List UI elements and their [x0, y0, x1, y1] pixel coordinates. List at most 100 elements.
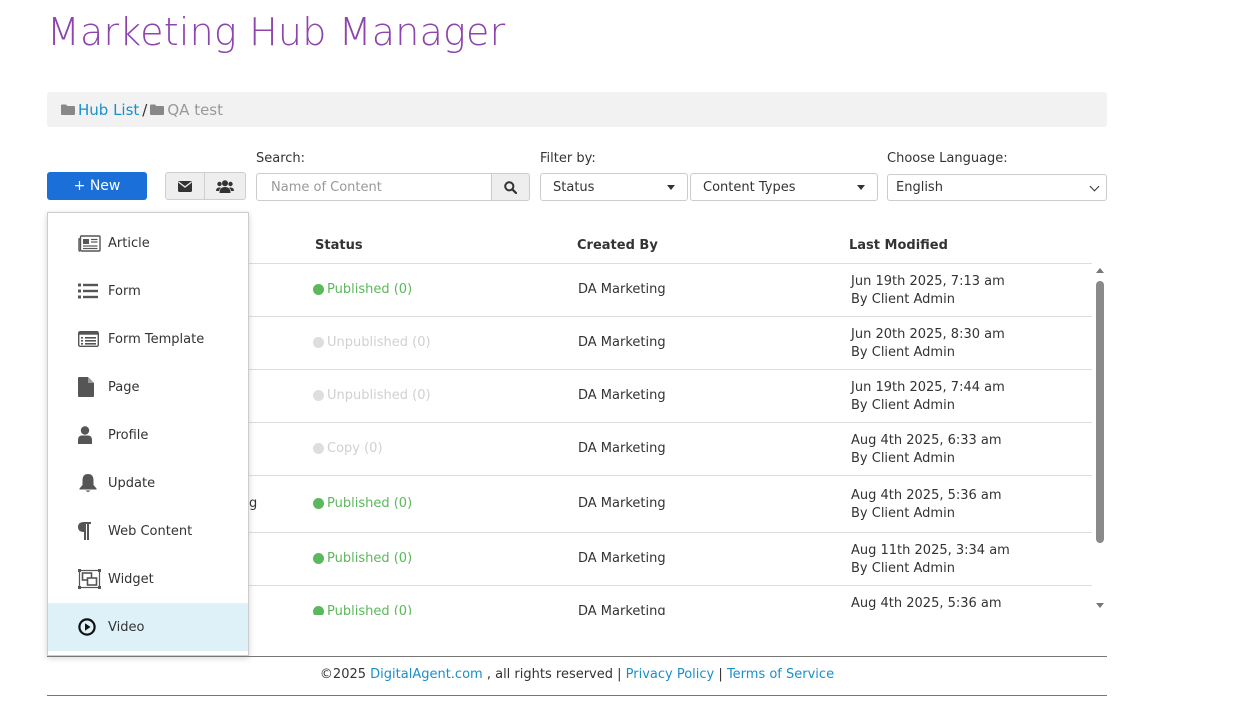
menu-item-label: Form Template	[108, 331, 205, 347]
file-icon	[78, 377, 94, 397]
breadcrumb-separator: /	[142, 100, 148, 119]
menu-item-form-template[interactable]: Form Template	[48, 315, 248, 363]
scrollbar-thumb[interactable]	[1096, 281, 1104, 543]
created-by: DA Marketing	[578, 495, 666, 511]
breadcrumb: Hub List / QA test	[47, 92, 1107, 127]
modified-by: By Client Admin	[851, 505, 955, 521]
language-label: Choose Language:	[887, 151, 1008, 166]
footer-rights: , all rights reserved |	[486, 667, 622, 682]
status-badge: Published (0)	[313, 496, 412, 511]
status-text: Copy (0)	[327, 440, 383, 456]
play-circle-icon	[78, 618, 96, 636]
page-title: Marketing Hub Manager	[47, 10, 506, 54]
search-icon	[504, 180, 517, 194]
content-types-filter-dropdown[interactable]: Content Types	[690, 173, 878, 201]
modified-date: Aug 4th 2025, 5:36 am	[851, 487, 1002, 503]
footer-divider	[47, 656, 1107, 657]
menu-item-widget[interactable]: Widget	[48, 555, 248, 603]
search-button[interactable]	[491, 173, 530, 201]
folder-icon	[61, 104, 75, 115]
email-button[interactable]	[165, 172, 205, 200]
modified-by: By Client Admin	[851, 397, 955, 413]
column-header-last-modified[interactable]: Last Modified	[849, 238, 948, 253]
list-alt-icon	[78, 331, 99, 347]
status-text: Published (0)	[327, 495, 413, 511]
last-modified: Aug 11th 2025, 3:34 am By Client Admin	[851, 542, 1010, 578]
modified-date: Aug 11th 2025, 3:34 am	[851, 542, 1010, 558]
filter-label: Filter by:	[540, 151, 596, 166]
menu-item-page[interactable]: Page	[48, 363, 248, 411]
scroll-up-arrow-icon[interactable]	[1096, 268, 1104, 273]
users-button[interactable]	[205, 172, 246, 200]
menu-item-label: Web Content	[108, 523, 193, 539]
last-modified: Aug 4th 2025, 6:33 am By Client Admin	[851, 432, 1002, 468]
menu-item-update[interactable]: Update	[48, 459, 248, 507]
status-badge: Published (0)	[313, 603, 413, 616]
status-filter-dropdown[interactable]: Status	[540, 173, 688, 201]
object-group-icon	[78, 569, 101, 589]
menu-item-video[interactable]: Video	[48, 603, 248, 651]
breadcrumb-current: QA test	[167, 100, 224, 119]
last-modified: Jun 19th 2025, 7:13 am By Client Admin	[851, 273, 1005, 309]
status-badge: Copy (0)	[313, 441, 383, 456]
modified-by: By Client Admin	[851, 344, 955, 360]
status-badge: Unpublished (0)	[313, 335, 431, 350]
language-value: English	[896, 180, 943, 195]
status-text: Unpublished (0)	[327, 334, 431, 350]
modified-date: Aug 4th 2025, 5:36 am	[851, 595, 1002, 611]
last-modified: Aug 4th 2025, 5:36 am By Client Admin	[851, 487, 1002, 523]
company-link[interactable]: DigitalAgent.com	[370, 667, 483, 682]
language-select[interactable]: English	[887, 174, 1107, 201]
menu-item-label: Widget	[108, 571, 154, 587]
status-text: Published (0)	[327, 281, 413, 297]
search-label: Search:	[256, 151, 306, 166]
paragraph-icon	[78, 522, 91, 540]
created-by: DA Marketing	[578, 281, 666, 297]
last-modified: Jun 19th 2025, 7:44 am By Client Admin	[851, 379, 1005, 415]
menu-item-label: Profile	[108, 427, 149, 443]
column-header-created-by[interactable]: Created By	[577, 238, 658, 253]
menu-item-article[interactable]: Article	[48, 219, 248, 267]
status-dot-icon	[313, 336, 324, 348]
created-by: DA Marketing	[578, 603, 666, 616]
status-badge: Published (0)	[313, 551, 412, 566]
search-input[interactable]	[256, 173, 492, 201]
modified-by: By Client Admin	[851, 291, 955, 307]
status-text: Published (0)	[327, 550, 413, 566]
privacy-policy-link[interactable]: Privacy Policy	[626, 667, 715, 682]
new-content-dropdown-menu: Article Form Form Template Page Profile …	[47, 212, 249, 656]
created-by: DA Marketing	[578, 387, 666, 403]
created-by: DA Marketing	[578, 440, 666, 456]
footer-copyright: ©2025	[319, 667, 367, 682]
footer-separator: |	[718, 667, 723, 682]
menu-item-label: Page	[108, 379, 140, 395]
menu-item-form[interactable]: Form	[48, 267, 248, 315]
status-dot-icon	[313, 389, 324, 401]
modified-by: By Client Admin	[851, 560, 955, 576]
folder-icon	[150, 104, 165, 115]
menu-item-web-content[interactable]: Web Content	[48, 507, 248, 555]
modified-by: By Client Admin	[851, 450, 955, 466]
status-text: Published (0)	[327, 603, 413, 616]
caret-down-icon	[857, 184, 865, 190]
chevron-down-icon	[1089, 181, 1100, 191]
footer: ©2025 DigitalAgent.com , all rights rese…	[47, 667, 1107, 682]
last-modified: Aug 4th 2025, 5:36 am	[851, 595, 1002, 613]
status-dot-icon	[313, 552, 324, 564]
created-by: DA Marketing	[578, 334, 666, 350]
status-text: Unpublished (0)	[327, 387, 431, 403]
column-header-status[interactable]: Status	[315, 238, 363, 253]
newspaper-icon	[78, 234, 101, 252]
list-icon	[78, 283, 98, 299]
modified-date: Jun 20th 2025, 8:30 am	[851, 326, 1005, 342]
menu-item-profile[interactable]: Profile	[48, 411, 248, 459]
scroll-down-arrow-icon[interactable]	[1096, 603, 1104, 608]
new-content-button[interactable]: + New	[47, 172, 147, 200]
status-dot-icon	[313, 442, 324, 454]
menu-item-label: Video	[108, 619, 145, 635]
terms-of-service-link[interactable]: Terms of Service	[727, 667, 834, 682]
created-by: DA Marketing	[578, 550, 666, 566]
breadcrumb-hub-list-link[interactable]: Hub List	[78, 101, 139, 119]
user-icon	[78, 426, 92, 444]
status-dot-icon	[313, 497, 324, 509]
